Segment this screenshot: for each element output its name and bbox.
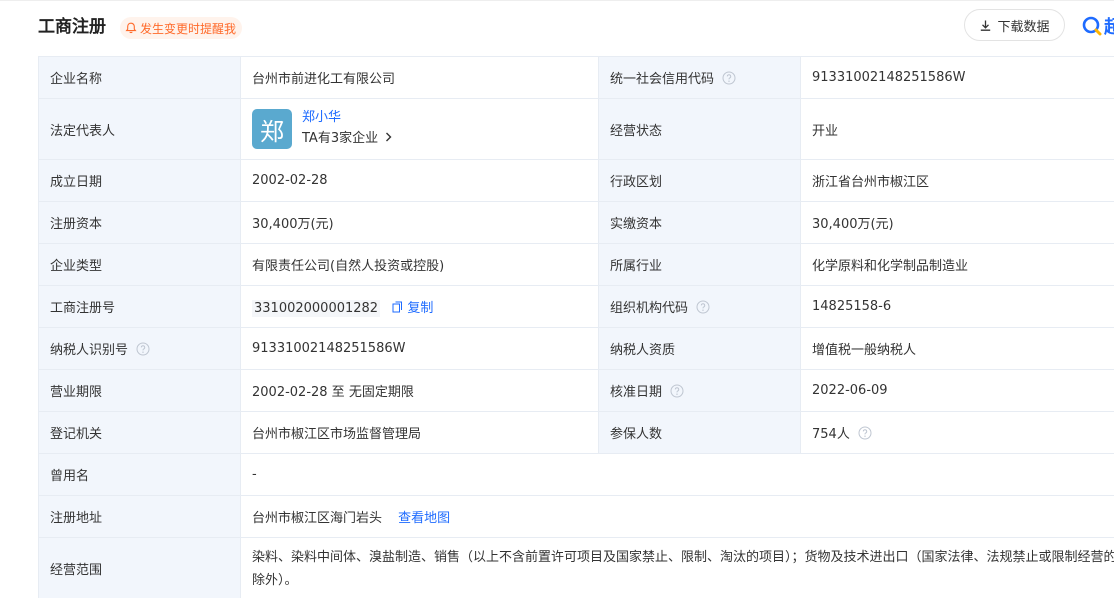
table-row: 企业名称 台州市前进化工有限公司 统一社会信用代码 91331002148251… — [38, 56, 1114, 99]
reg-no-value: 331002000001282 — [252, 300, 381, 317]
magnifier-logo-icon — [1082, 16, 1102, 36]
bell-icon — [125, 22, 137, 34]
scope-value: 染料、染料中间体、溴盐制造、销售（以上不含前置许可项目及国家禁止、限制、淘汰的项… — [252, 550, 1114, 588]
download-data-label: 下载数据 — [997, 19, 1050, 35]
chevron-right-icon — [386, 132, 392, 142]
table-row: 登记机关 台州市椒江区市场监督管理局 参保人数 754人 — [38, 411, 1114, 454]
credit-code-value: 91331002148251586W — [800, 56, 1114, 99]
company-type-label: 企业类型 — [38, 243, 241, 286]
change-alert-label: 发生变更时提醒我 — [140, 21, 237, 36]
insured-label: 参保人数 — [598, 411, 801, 454]
taxpayer-id-label: 纳税人识别号 — [50, 343, 129, 358]
org-code-label-cell: 组织机构代码 — [598, 285, 801, 328]
industry-label: 所属行业 — [598, 243, 801, 286]
table-row: 成立日期 2002-02-28 行政区划 浙江省台州市椒江区 — [38, 159, 1114, 202]
taxpayer-qual-value: 增值税一般纳税人 — [800, 327, 1114, 370]
taxpayer-qual-label: 纳税人资质 — [598, 327, 801, 370]
legal-rep-avatar[interactable]: 郑 — [252, 109, 292, 149]
org-code-label: 组织机构代码 — [610, 301, 689, 316]
help-circle-icon[interactable] — [696, 300, 710, 314]
former-name-label: 曾用名 — [38, 453, 241, 496]
credit-code-label: 统一社会信用代码 — [610, 72, 715, 87]
section-header: 工商注册 发生变更时提醒我 下载数据 超 — [0, 0, 1114, 56]
table-row: 企业类型 有限责任公司(自然人投资或控股) 所属行业 化学原料和化学制品制造业 — [38, 243, 1114, 286]
company-type-value: 有限责任公司(自然人投资或控股) — [240, 243, 599, 286]
approval-date-label: 核准日期 — [610, 385, 663, 400]
scope-label: 经营范围 — [38, 537, 241, 598]
term-value: 2002-02-28 至 无固定期限 — [240, 369, 599, 412]
company-name-value: 台州市前进化工有限公司 — [240, 56, 599, 99]
paid-capital-value: 30,400万(元) — [800, 201, 1114, 244]
download-data-button[interactable]: 下载数据 — [964, 9, 1065, 41]
region-label: 行政区划 — [598, 159, 801, 202]
founded-value: 2002-02-28 — [240, 159, 599, 202]
authority-label: 登记机关 — [38, 411, 241, 454]
insured-cell: 754人 — [800, 411, 1114, 454]
view-map-link[interactable]: 查看地图 — [398, 511, 450, 526]
copy-label: 复制 — [407, 301, 434, 316]
industry-value: 化学原料和化学制品制造业 — [800, 243, 1114, 286]
download-icon — [981, 20, 991, 31]
legal-rep-cell: 郑 郑小华 TA有3家企业 — [240, 98, 599, 160]
reg-no-cell: 331002000001282 复制 — [240, 285, 599, 328]
reg-capital-value: 30,400万(元) — [240, 201, 599, 244]
table-row: 法定代表人 郑 郑小华 TA有3家企业 经营状态 开业 — [38, 98, 1114, 160]
brand-logo[interactable]: 超 — [1082, 14, 1114, 38]
help-circle-icon[interactable] — [722, 71, 736, 85]
former-name-value: - — [240, 453, 1114, 496]
org-code-value: 14825158-6 — [800, 285, 1114, 328]
table-row: 纳税人识别号 91331002148251586W 纳税人资质 增值税一般纳税人 — [38, 327, 1114, 370]
legal-rep-label: 法定代表人 — [38, 98, 241, 160]
taxpayer-id-value: 91331002148251586W — [240, 327, 599, 370]
company-name-label: 企业名称 — [38, 56, 241, 99]
table-row: 曾用名 - — [38, 453, 1114, 496]
table-row: 经营范围 染料、染料中间体、溴盐制造、销售（以上不含前置许可项目及国家禁止、限制… — [38, 537, 1114, 598]
legal-rep-name-link[interactable]: 郑小华 — [302, 108, 392, 128]
address-value: 台州市椒江区海门岩头 — [252, 511, 383, 526]
table-row: 注册地址 台州市椒江区海门岩头 查看地图 — [38, 495, 1114, 538]
reg-no-label: 工商注册号 — [38, 285, 241, 328]
address-cell: 台州市椒江区海门岩头 查看地图 — [240, 495, 1114, 538]
table-row: 营业期限 2002-02-28 至 无固定期限 核准日期 2022-06-09 — [38, 369, 1114, 412]
table-row: 注册资本 30,400万(元) 实缴资本 30,400万(元) — [38, 201, 1114, 244]
status-label: 经营状态 — [598, 98, 801, 160]
section-title: 工商注册 — [38, 17, 106, 37]
business-registration-table: 企业名称 台州市前进化工有限公司 统一社会信用代码 91331002148251… — [38, 56, 1114, 598]
credit-code-label-cell: 统一社会信用代码 — [598, 56, 801, 99]
status-value: 开业 — [800, 98, 1114, 160]
legal-rep-companies-text: TA有3家企业 — [302, 131, 379, 146]
copy-button[interactable]: 复制 — [392, 301, 433, 316]
term-label: 营业期限 — [38, 369, 241, 412]
region-value: 浙江省台州市椒江区 — [800, 159, 1114, 202]
change-alert-button[interactable]: 发生变更时提醒我 — [120, 17, 243, 39]
help-circle-icon[interactable] — [670, 384, 684, 398]
address-label: 注册地址 — [38, 495, 241, 538]
table-row: 工商注册号 331002000001282 复制 组织机构代码 14825158… — [38, 285, 1114, 328]
taxpayer-id-label-cell: 纳税人识别号 — [38, 327, 241, 370]
legal-rep-companies-link[interactable]: TA有3家企业 — [302, 128, 392, 150]
approval-date-value: 2022-06-09 — [800, 369, 1114, 412]
founded-label: 成立日期 — [38, 159, 241, 202]
help-circle-icon[interactable] — [858, 426, 872, 440]
scope-cell: 染料、染料中间体、溴盐制造、销售（以上不含前置许可项目及国家禁止、限制、淘汰的项… — [240, 537, 1114, 598]
help-circle-icon[interactable] — [136, 342, 150, 356]
copy-icon — [392, 301, 403, 313]
brand-logo-text: 超 — [1104, 17, 1114, 38]
reg-capital-label: 注册资本 — [38, 201, 241, 244]
authority-value: 台州市椒江区市场监督管理局 — [240, 411, 599, 454]
approval-date-label-cell: 核准日期 — [598, 369, 801, 412]
paid-capital-label: 实缴资本 — [598, 201, 801, 244]
insured-value: 754人 — [812, 427, 850, 442]
